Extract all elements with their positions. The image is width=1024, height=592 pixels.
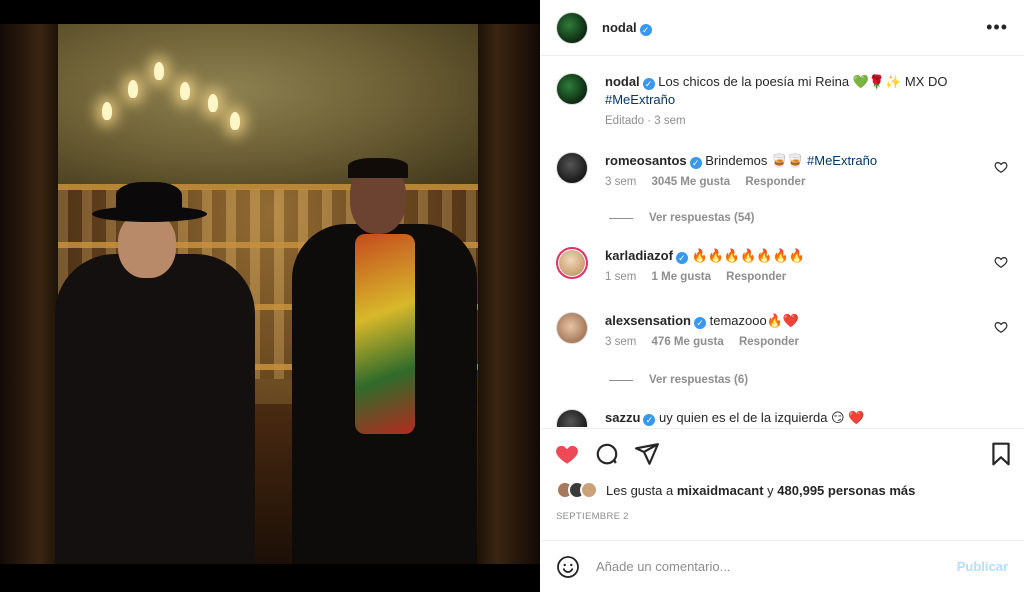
caption-username[interactable]: nodal [605,74,640,89]
verified-icon: ✓ [675,252,688,264]
post-photo[interactable] [0,24,540,564]
emoji-smiley-icon[interactable] [556,555,580,579]
publish-button[interactable]: Publicar [957,559,1008,574]
verified-icon: ✓ [689,157,702,169]
like-heart-filled-icon[interactable] [554,441,580,467]
action-bar [540,428,1024,476]
view-replies-button[interactable]: Ver respuestas (6) [609,374,748,386]
comment-input[interactable] [596,559,957,574]
comment-text: Brindemos 🥃🥃 [705,153,804,168]
reply-button[interactable]: Responder [739,336,799,348]
comment-row: romeosantos ✓ Brindemos 🥃🥃 #MeExtraño 3 s… [556,152,1008,188]
comment-time: 3 sem [605,336,637,348]
verified-icon: ✓ [642,78,655,90]
photo-chandelier [98,52,248,152]
post-details-panel: nodal ✓ ••• nodal ✓ Los chicos de la poesí… [540,0,1024,592]
post-view: nodal ✓ ••• nodal ✓ Los chicos de la poesí… [0,0,1024,592]
comment-likes[interactable]: 1 Me gusta [652,271,711,283]
verified-icon: ✓ [639,23,652,36]
comment-text: temazooo🔥❤️ [709,313,800,328]
post-media-pane [0,0,540,592]
photo-person-left [55,254,255,564]
comment-row: sazzu ✓ uy quien es el de la izquierda 😏 … [556,409,1008,427]
post-header: nodal ✓ ••• [540,0,1024,56]
commenter-username[interactable]: karladiazof [605,248,673,263]
comment-row: alexsensation ✓ temazooo🔥❤️ 3 sem 476 Me … [556,312,1008,348]
verified-icon: ✓ [694,317,706,329]
reply-button[interactable]: Responder [726,271,786,283]
caption-hashtag[interactable]: #MeExtraño [605,92,675,107]
comment-bubble-icon[interactable] [594,441,620,467]
share-send-icon[interactable] [634,441,660,467]
comment-time: 3 sem [605,176,637,188]
liker-avatar [580,481,598,499]
view-replies-button[interactable]: Ver respuestas (54) [609,212,754,224]
commenter-avatar[interactable] [556,312,588,344]
commenter-username[interactable]: sazzu [605,410,640,425]
comment-time: 1 sem [605,271,637,283]
comments-list[interactable]: nodal ✓ Los chicos de la poesía mi Reina … [540,57,1024,427]
comment-text: 🔥🔥🔥🔥🔥🔥🔥 [691,248,805,263]
author-avatar[interactable] [556,11,588,44]
commenter-username[interactable]: alexsensation [605,313,691,328]
likes-prefix: Les gusta a [606,482,674,498]
comment-likes[interactable]: 3045 Me gusta [652,176,731,188]
caption-avatar[interactable] [556,73,588,105]
commenter-avatar-story[interactable] [556,247,588,279]
likes-connector: y [767,482,774,498]
more-horizontal-icon[interactable]: ••• [986,17,1008,38]
commenter-avatar[interactable] [556,409,588,427]
like-comment-heart-icon[interactable] [994,255,1008,269]
comment-hashtag[interactable]: #MeExtraño [807,153,877,168]
reply-button[interactable]: Responder [745,176,805,188]
verified-icon: ✓ [643,414,656,426]
like-comment-heart-icon[interactable] [994,320,1008,334]
comment-row: karladiazof ✓ 🔥🔥🔥🔥🔥🔥🔥 1 sem 1 Me gusta Re… [556,247,1008,283]
caption-meta: Editado · 3 sem [605,115,686,127]
comment-text: uy quien es el de la izquierda 😏 ❤️ [659,410,865,425]
comment-likes[interactable]: 476 Me gusta [652,336,724,348]
add-comment-bar: Publicar [540,540,1024,592]
author-username[interactable]: nodal ✓ [602,20,986,36]
like-comment-heart-icon[interactable] [994,160,1008,174]
save-bookmark-icon[interactable] [988,441,1014,467]
caption-row: nodal ✓ Los chicos de la poesía mi Reina … [556,73,1008,127]
likes-summary[interactable]: Les gusta a mixaidmacant y 480,995 perso… [556,481,915,499]
liker-username[interactable]: mixaidmacant [677,483,764,498]
post-date[interactable]: SEPTIEMBRE 2 [556,511,629,522]
commenter-username[interactable]: romeosantos [605,153,687,168]
likes-count[interactable]: 480,995 personas más [777,483,915,498]
commenter-avatar[interactable] [556,152,588,184]
caption-text: Los chicos de la poesía mi Reina 💚🌹✨ MX … [658,74,948,89]
